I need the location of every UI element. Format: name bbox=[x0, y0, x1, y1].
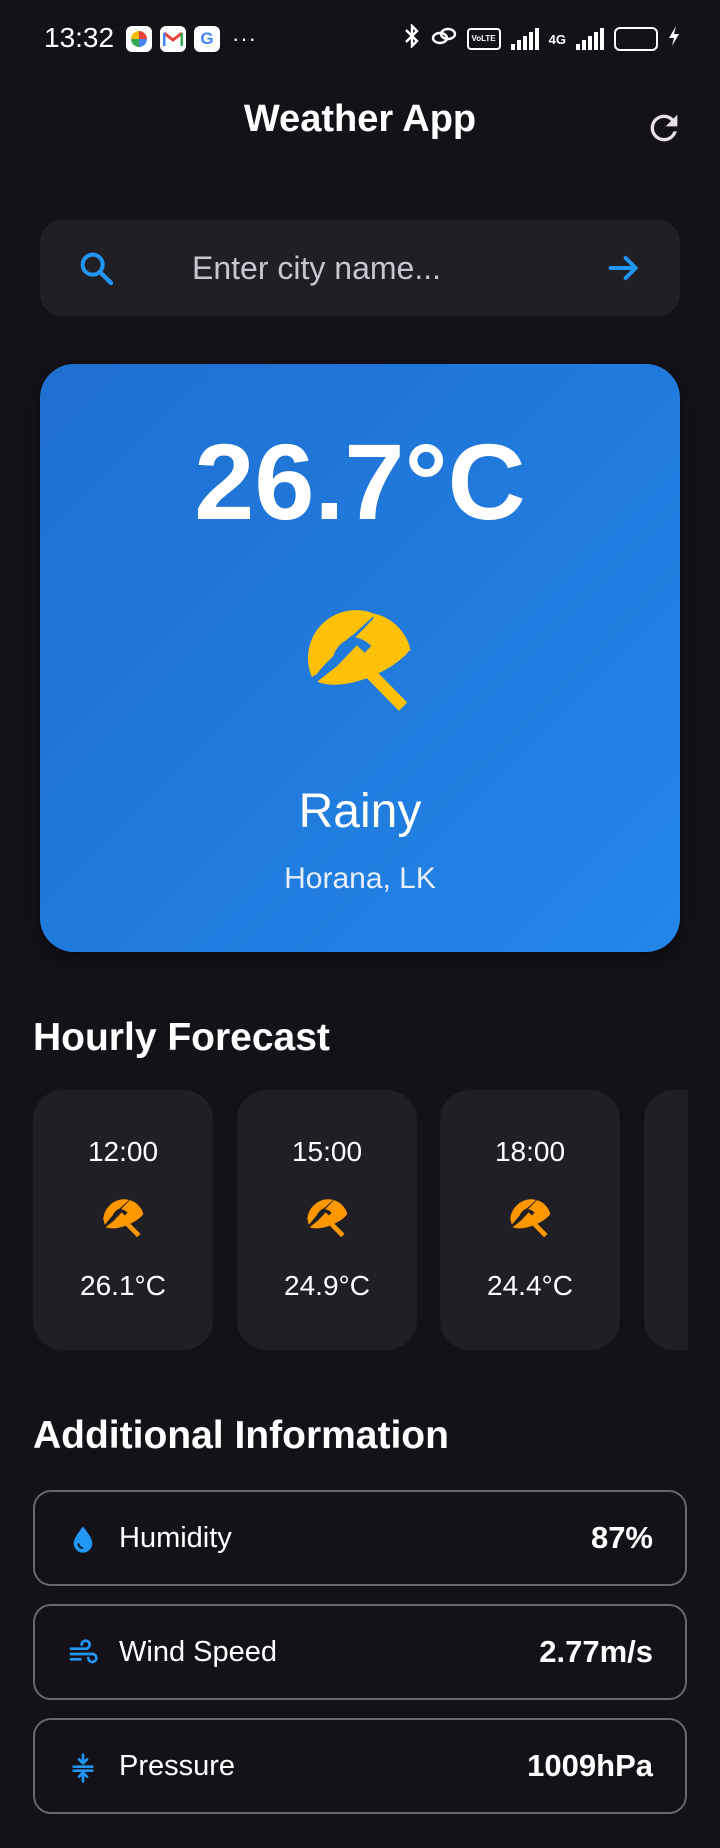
wind-icon bbox=[67, 1638, 99, 1675]
humidity-row: Humidity 87% bbox=[33, 1490, 687, 1586]
umbrella-icon bbox=[97, 1194, 149, 1251]
google-icon: G bbox=[194, 26, 220, 52]
search-submit-button[interactable] bbox=[604, 248, 644, 293]
info-value: 87% bbox=[590, 1520, 653, 1555]
city-search-input[interactable] bbox=[150, 220, 590, 316]
current-temperature: 26.7°C bbox=[194, 421, 526, 542]
page-title: Weather App bbox=[243, 98, 477, 140]
notification-icons: G ··· bbox=[126, 26, 257, 52]
info-value: 1009hPa bbox=[527, 1748, 653, 1783]
hourly-forecast-title: Hourly Forecast bbox=[33, 1016, 330, 1059]
battery-level: 68 bbox=[627, 30, 645, 47]
refresh-button[interactable] bbox=[638, 102, 690, 154]
wind-speed-row: Wind Speed 2.77m/s bbox=[33, 1604, 687, 1700]
battery-icon: 68 bbox=[614, 27, 658, 51]
hourly-forecast-card: 15:00 24.9°C bbox=[237, 1090, 417, 1350]
status-time: 13:32 bbox=[44, 22, 115, 53]
info-label: Humidity bbox=[119, 1522, 232, 1554]
forecast-temperature: 24.9°C bbox=[284, 1270, 370, 1301]
forecast-time: 12:00 bbox=[87, 1136, 159, 1167]
hourly-forecast-card: 18:00 24.4°C bbox=[440, 1090, 620, 1350]
weather-app-screen: 13:32 G ··· VoLTE 4G 68 Weather App Ente… bbox=[0, 0, 720, 1848]
status-bar: 13:32 G ··· VoLTE 4G 68 bbox=[0, 0, 720, 80]
additional-info-title: Additional Information bbox=[33, 1414, 449, 1457]
system-status-icons: VoLTE 4G 68 bbox=[403, 23, 681, 54]
weather-condition: Rainy bbox=[298, 785, 422, 838]
water-drop-icon bbox=[67, 1524, 99, 1561]
umbrella-icon bbox=[301, 1194, 353, 1251]
search-icon bbox=[76, 248, 116, 293]
info-label: Pressure bbox=[119, 1750, 236, 1782]
charging-icon bbox=[668, 25, 680, 53]
more-notifications-icon: ··· bbox=[232, 26, 257, 51]
forecast-time: 15:00 bbox=[291, 1136, 363, 1167]
forecast-temperature: 26.1°C bbox=[80, 1270, 166, 1301]
search-bar bbox=[40, 220, 680, 316]
current-weather-card: 26.7°C Rainy Horana, LK bbox=[40, 364, 680, 952]
hotspot-link-icon bbox=[431, 25, 457, 53]
pressure-row: Pressure 1009hPa bbox=[33, 1718, 687, 1814]
signal-icon bbox=[510, 28, 539, 50]
network-4g-label: 4G bbox=[548, 31, 566, 47]
signal-icon-2 bbox=[576, 28, 604, 50]
pressure-icon bbox=[67, 1752, 99, 1789]
info-label: Wind Speed bbox=[119, 1636, 277, 1668]
location-label: Horana, LK bbox=[284, 862, 436, 895]
bluetooth-icon bbox=[403, 23, 421, 54]
umbrella-icon bbox=[504, 1194, 556, 1251]
hourly-forecast-card-partial bbox=[644, 1090, 688, 1350]
volte-badge: VoLTE bbox=[466, 28, 501, 50]
gmail-icon bbox=[160, 26, 186, 52]
refresh-icon bbox=[650, 114, 678, 142]
info-value: 2.77m/s bbox=[539, 1634, 653, 1669]
forecast-temperature: 24.4°C bbox=[487, 1270, 573, 1301]
arrow-forward-icon bbox=[608, 256, 638, 280]
hourly-forecast-card: 12:00 26.1°C bbox=[33, 1090, 213, 1350]
forecast-time: 18:00 bbox=[494, 1136, 566, 1167]
umbrella-icon bbox=[296, 600, 424, 733]
photos-icon bbox=[126, 26, 152, 52]
hourly-forecast-list[interactable]: 12:00 26.1°C 15:00 24.9°C 18:00 24.4°C bbox=[33, 1090, 688, 1350]
